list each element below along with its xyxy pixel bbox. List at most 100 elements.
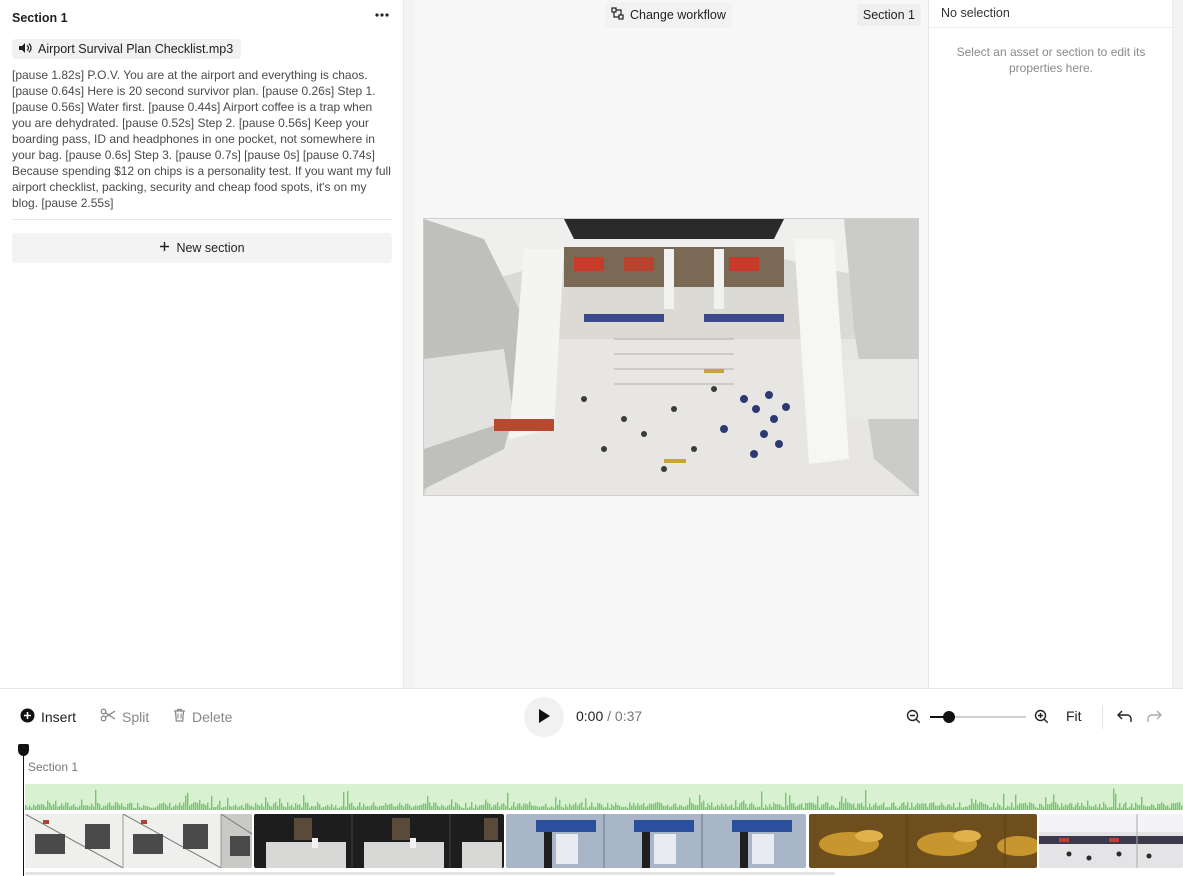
video-preview[interactable] <box>423 218 919 496</box>
waveform-bar <box>949 804 951 810</box>
undo-icon[interactable] <box>1117 710 1133 726</box>
waveform-bar <box>625 806 627 810</box>
waveform-bar <box>1181 805 1183 810</box>
waveform-bar <box>463 807 465 810</box>
waveform-bar <box>829 806 831 810</box>
waveform-bar <box>173 806 175 810</box>
waveform-bar <box>967 806 969 810</box>
waveform-bar <box>853 803 855 810</box>
zoom-slider-handle[interactable] <box>943 711 956 723</box>
video-track[interactable] <box>25 814 1183 868</box>
waveform-bar <box>737 806 739 810</box>
waveform-bar <box>103 805 105 810</box>
more-icon[interactable] <box>372 8 392 26</box>
panel-scrollbar[interactable] <box>1172 0 1183 688</box>
waveform-bar <box>1165 805 1167 810</box>
clip-terminal-wide[interactable] <box>1039 814 1183 868</box>
timeline[interactable]: Section 1 <box>0 744 1183 876</box>
waveform-bar <box>1001 807 1003 810</box>
panel-scrollbar[interactable] <box>403 0 415 688</box>
waveform-bar <box>353 806 355 810</box>
waveform-bar <box>869 803 871 810</box>
waveform-bar <box>217 804 219 810</box>
playhead-handle[interactable] <box>18 744 29 756</box>
waveform-bar <box>953 802 955 810</box>
waveform-bar <box>243 807 245 810</box>
clip-sink-tap[interactable] <box>254 814 504 868</box>
insert-button[interactable]: Insert <box>20 708 76 726</box>
waveform-bar <box>741 802 743 810</box>
waveform-bar <box>261 803 263 810</box>
waveform-bar <box>401 805 403 810</box>
waveform-bar <box>37 804 39 810</box>
waveform-bar <box>1175 803 1177 810</box>
waveform-bar <box>1009 806 1011 810</box>
change-workflow-button[interactable]: Change workflow <box>605 2 732 28</box>
waveform-bar <box>127 803 129 810</box>
timeline-scrollbar[interactable] <box>25 872 835 875</box>
waveform-bar <box>867 807 869 810</box>
waveform-bar <box>423 803 425 810</box>
waveform-bar <box>407 803 409 810</box>
play-button[interactable] <box>524 697 564 737</box>
waveform-bar <box>763 807 765 810</box>
redo-icon[interactable] <box>1146 710 1162 726</box>
waveform-bar <box>993 802 995 810</box>
waveform-bar <box>1067 805 1069 810</box>
waveform-bar <box>283 806 285 810</box>
clip-airport-hall[interactable] <box>25 814 252 868</box>
waveform-bar <box>717 804 719 810</box>
clip-check-in-kiosk[interactable] <box>506 814 806 868</box>
zoom-out-icon[interactable] <box>906 709 921 727</box>
waveform-bar <box>671 806 673 810</box>
waveform-bar <box>317 802 319 810</box>
waveform-bar <box>859 803 861 810</box>
fit-button[interactable]: Fit <box>1066 708 1082 724</box>
waveform-bar <box>117 802 119 810</box>
waveform-bar <box>299 804 301 810</box>
waveform-bar <box>847 802 849 810</box>
waveform-bar <box>697 805 699 810</box>
waveform-bar <box>409 805 411 810</box>
clip-food-closeup[interactable] <box>809 814 1037 868</box>
waveform-bar <box>775 804 777 810</box>
waveform-bar <box>1101 807 1103 810</box>
waveform-bar <box>1133 807 1135 810</box>
waveform-bar <box>175 804 177 810</box>
waveform-bar <box>323 807 325 810</box>
waveform-bar <box>963 807 965 810</box>
playhead[interactable] <box>23 746 24 876</box>
clip-thumbnail <box>25 814 252 868</box>
waveform-bar <box>33 804 35 810</box>
waveform-bar <box>275 802 277 810</box>
waveform-bar <box>331 804 333 810</box>
delete-button[interactable]: Delete <box>173 708 232 725</box>
waveform-bar <box>1167 805 1169 810</box>
split-button[interactable]: Split <box>100 708 149 725</box>
new-section-button[interactable]: New section <box>12 233 392 263</box>
waveform-bar <box>467 807 469 810</box>
waveform-bar <box>385 803 387 810</box>
waveform-bar <box>439 806 441 810</box>
audio-file-chip[interactable]: Airport Survival Plan Checklist.mp3 <box>12 39 242 59</box>
waveform-bar <box>831 804 833 810</box>
waveform-bar <box>871 807 873 810</box>
waveform-bar <box>813 803 815 810</box>
waveform-bar <box>523 803 525 810</box>
waveform-bar <box>431 806 433 810</box>
zoom-in-icon[interactable] <box>1034 709 1049 727</box>
waveform-bar <box>903 802 905 810</box>
waveform-bar <box>505 805 507 810</box>
zoom-slider[interactable] <box>930 711 1026 723</box>
waveform-bar <box>483 804 485 810</box>
waveform-bar <box>363 803 365 810</box>
waveform-bar <box>711 802 713 810</box>
waveform-bar <box>381 806 383 810</box>
waveform-bar <box>1121 807 1123 810</box>
waveform-bar <box>47 800 49 810</box>
script-text[interactable]: [pause 1.82s] P.O.V. You are at the airp… <box>12 67 392 211</box>
audio-waveform[interactable] <box>25 784 1183 810</box>
waveform-bar <box>445 807 447 810</box>
waveform-bar <box>995 807 997 810</box>
waveform-bar <box>31 807 33 810</box>
